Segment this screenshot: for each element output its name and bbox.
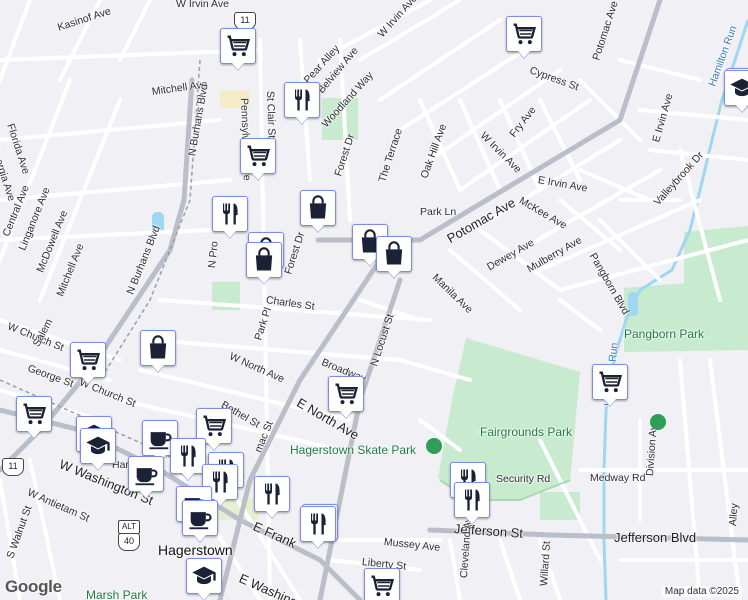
- pin-restaurant[interactable]: [170, 438, 206, 474]
- route-40-shield: 40: [118, 533, 140, 551]
- fork-knife-icon: [304, 510, 332, 538]
- shopping-cart-icon: [244, 142, 272, 170]
- label-st-clair-st: St Clair St: [264, 90, 278, 139]
- shopping-cart-icon: [510, 20, 538, 48]
- label-alley: Alley: [727, 502, 741, 527]
- pin-restaurant[interactable]: [300, 506, 336, 542]
- shopping-bag-icon: [144, 334, 172, 362]
- pin-grocery[interactable]: [16, 396, 52, 432]
- pin-cafe[interactable]: [182, 500, 218, 536]
- coffee-cup-icon: [186, 504, 214, 532]
- shopping-bag-icon: [304, 194, 332, 222]
- pin-school[interactable]: [724, 70, 748, 106]
- map-attribution[interactable]: Map data ©2025: [661, 586, 742, 597]
- park-tree-icon[interactable]: [426, 438, 442, 454]
- label-fairgrounds-park: Fairgrounds Park: [480, 425, 573, 439]
- pin-grocery[interactable]: [70, 342, 106, 378]
- pin-grocery[interactable]: [364, 568, 400, 600]
- pin-shopping[interactable]: [376, 236, 412, 272]
- pin-school[interactable]: [80, 428, 116, 464]
- label-pangborn-park: Pangborn Park: [624, 327, 705, 341]
- pin-shopping[interactable]: [140, 330, 176, 366]
- label-park-ln: Park Ln: [420, 206, 457, 218]
- pin-grocery[interactable]: [220, 28, 256, 64]
- pin-restaurant[interactable]: [212, 196, 248, 232]
- pin-grocery[interactable]: [592, 364, 628, 400]
- fork-knife-icon: [258, 480, 286, 508]
- park-pin-icon[interactable]: [650, 414, 666, 430]
- fork-knife-icon: [174, 442, 202, 470]
- shopping-cart-icon: [332, 380, 360, 408]
- google-logo: Google: [5, 577, 62, 596]
- pond-2: [628, 292, 638, 316]
- fork-knife-icon: [458, 486, 486, 514]
- label-hagerstown-skate-park: Hagerstown Skate Park: [290, 443, 417, 457]
- label-w-irvin-ave-top: W Irvin Ave: [176, 0, 229, 10]
- school-icon: [84, 432, 112, 460]
- shopping-bag-icon: [380, 240, 408, 268]
- label-hagerstown: Hagerstown: [158, 542, 233, 558]
- school-icon: [190, 562, 218, 590]
- label-medway-rd: Medway Rd: [590, 472, 646, 484]
- pin-shopping[interactable]: [246, 242, 282, 278]
- fork-knife-icon: [216, 200, 244, 228]
- shopping-cart-icon: [596, 368, 624, 396]
- shopping-cart-icon: [368, 572, 396, 600]
- label-jefferson-blvd: Jefferson Blvd: [614, 530, 697, 545]
- label-marsh-park: Marsh Park: [86, 588, 148, 600]
- pin-grocery[interactable]: [506, 16, 542, 52]
- coffee-cup-icon: [132, 460, 160, 488]
- pin-restaurant[interactable]: [284, 82, 320, 118]
- pin-cafe[interactable]: [128, 456, 164, 492]
- label-security-rd: Security Rd: [496, 473, 551, 485]
- pin-restaurant[interactable]: [454, 482, 490, 518]
- pin-grocery[interactable]: [328, 376, 364, 412]
- pin-shopping[interactable]: [300, 190, 336, 226]
- map-canvas[interactable]: 11 11 ALT 40 W Irvin Ave Kasinof Ave Mit…: [0, 0, 748, 600]
- map-base-layer: [0, 0, 748, 600]
- pin-restaurant[interactable]: [254, 476, 290, 512]
- shopping-cart-icon: [20, 400, 48, 428]
- fork-knife-icon: [288, 86, 316, 114]
- school-icon: [728, 74, 748, 102]
- shopping-cart-icon: [200, 412, 228, 440]
- route-alt-shield: ALT: [118, 520, 140, 534]
- pin-school[interactable]: [186, 558, 222, 594]
- shopping-cart-icon: [74, 346, 102, 374]
- shopping-cart-icon: [224, 32, 252, 60]
- route-11-shield-bottom: 11: [2, 458, 24, 476]
- pin-grocery[interactable]: [240, 138, 276, 174]
- shopping-bag-icon: [250, 246, 278, 274]
